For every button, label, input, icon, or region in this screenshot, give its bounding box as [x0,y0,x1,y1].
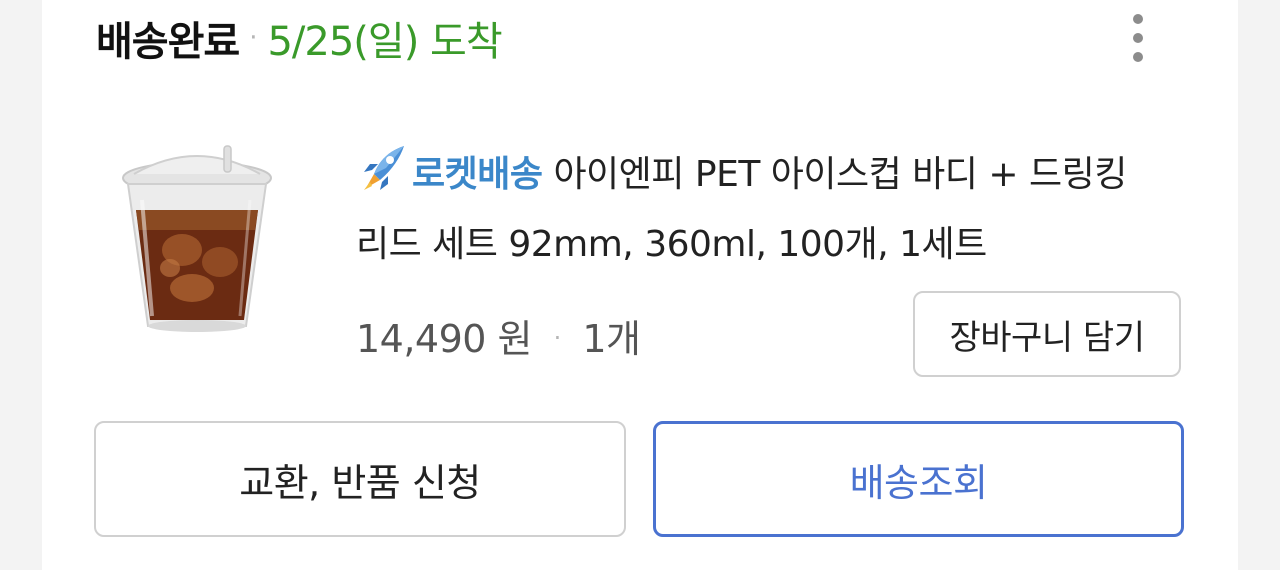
exchange-return-button[interactable]: 교환, 반품 신청 [94,421,626,537]
product-price: 14,490 원 [356,317,533,361]
rocket-delivery-badge: 로켓배송 [412,154,543,195]
order-status-row: 배송완료 · 5/25(일) 도착 [96,8,503,68]
more-dot [1133,33,1143,43]
track-delivery-button[interactable]: 배송조회 [653,421,1184,537]
product-quantity: 1개 [582,317,641,361]
more-vertical-icon [1133,14,1143,24]
more-options-button[interactable] [1118,10,1158,66]
price-row: 14,490 원 · 1개 [356,308,641,363]
rocket-icon [364,146,404,190]
add-to-cart-button[interactable]: 장바구니 담기 [913,291,1181,377]
product-image[interactable] [112,140,282,340]
more-dot [1133,52,1143,62]
delivery-date: 5/25(일) 도착 [267,19,502,65]
product-title-block[interactable]: 로켓배송 아이엔피 PET 아이스컵 바디 + 드링킹 리드 세트 92mm, … [356,140,1166,280]
price-separator: · [553,324,562,352]
delivery-status: 배송완료 [96,19,240,65]
status-separator: · [249,23,258,53]
